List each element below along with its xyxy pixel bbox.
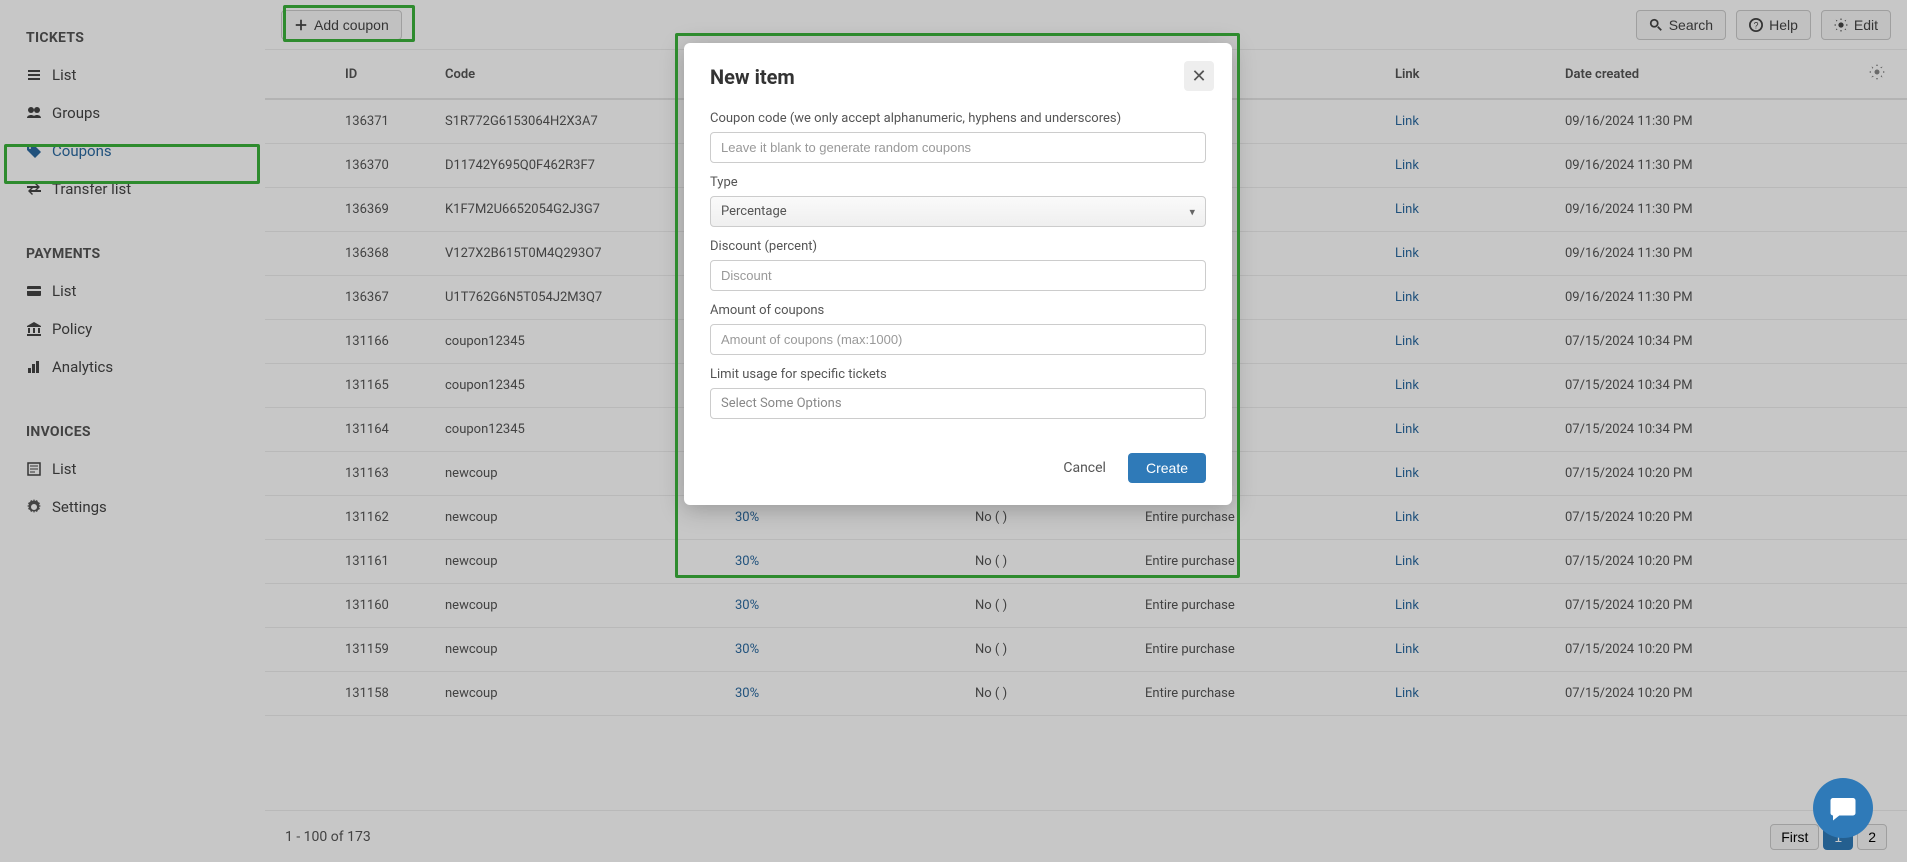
close-icon: ✕ [1191, 66, 1206, 87]
modal-title: New item [710, 65, 1206, 89]
amount-label: Amount of coupons [710, 303, 1206, 318]
create-button[interactable]: Create [1128, 453, 1206, 483]
new-item-modal: ✕ New item Coupon code (we only accept a… [684, 43, 1232, 505]
limit-tickets-multiselect[interactable]: Select Some Options [710, 388, 1206, 419]
amount-input[interactable] [710, 324, 1206, 355]
discount-label: Discount (percent) [710, 239, 1206, 254]
type-select[interactable]: Percentage [710, 196, 1206, 227]
chat-fab[interactable] [1813, 778, 1873, 838]
modal-footer: Cancel Create [710, 453, 1206, 483]
coupon-code-label: Coupon code (we only accept alphanumeric… [710, 111, 1206, 126]
limit-label: Limit usage for specific tickets [710, 367, 1206, 382]
coupon-code-input[interactable] [710, 132, 1206, 163]
modal-close-button[interactable]: ✕ [1184, 61, 1214, 91]
chat-icon [1828, 793, 1858, 823]
cancel-button[interactable]: Cancel [1063, 460, 1106, 476]
type-select-value: Percentage [721, 204, 787, 219]
type-label: Type [710, 175, 1206, 190]
discount-input[interactable] [710, 260, 1206, 291]
